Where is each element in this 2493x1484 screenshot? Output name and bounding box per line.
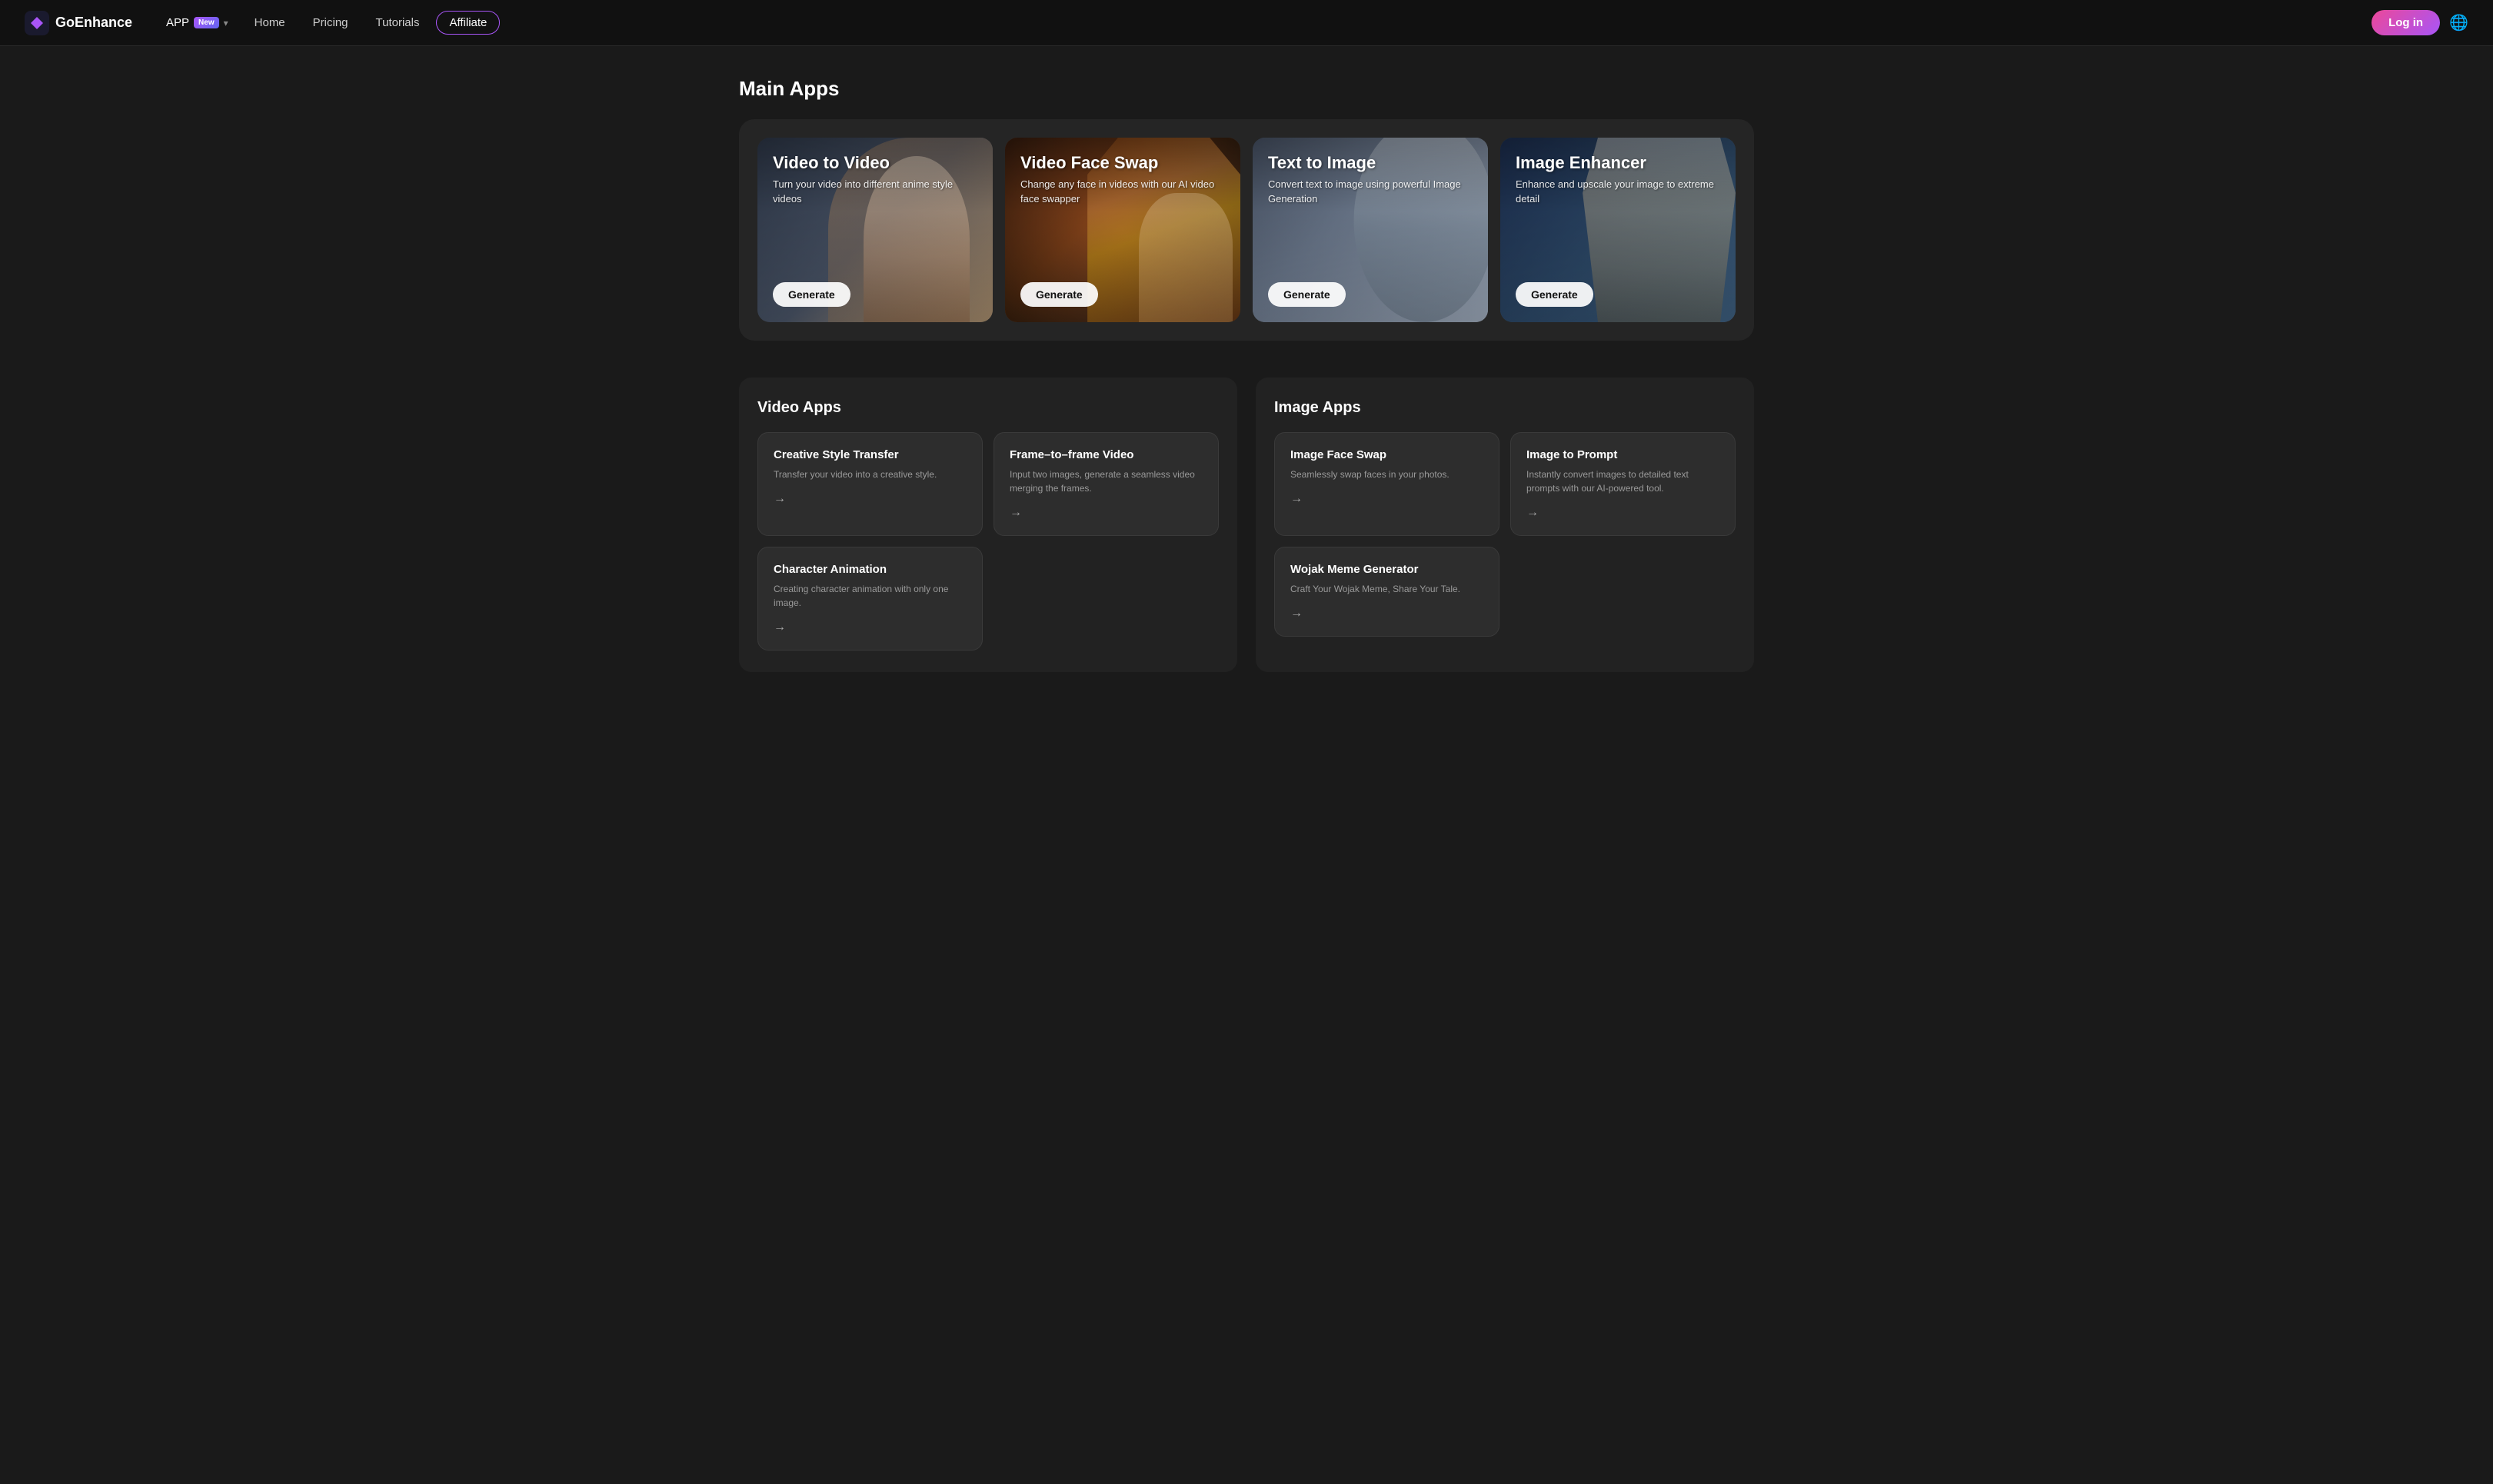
card-ie-title: Image Enhancer xyxy=(1516,153,1720,173)
globe-icon[interactable]: 🌐 xyxy=(2449,13,2468,32)
video-apps-section: Video Apps Creative Style Transfer Trans… xyxy=(739,378,1237,672)
frame-to-frame-desc: Input two images, generate a seamless vi… xyxy=(1010,467,1203,495)
lower-grid: Video Apps Creative Style Transfer Trans… xyxy=(739,378,1754,672)
card-ie-desc: Enhance and upscale your image to extrem… xyxy=(1516,178,1720,205)
frame-to-frame-arrow[interactable]: → xyxy=(1010,506,1203,520)
logo-icon xyxy=(25,11,49,35)
image-apps-grid: Image Face Swap Seamlessly swap faces in… xyxy=(1274,432,1736,637)
generate-btn-t2i[interactable]: Generate xyxy=(1268,282,1346,307)
character-animation-title: Character Animation xyxy=(774,563,967,576)
card-image-enhancer[interactable]: Image Enhancer Enhance and upscale your … xyxy=(1500,138,1736,322)
card-text-to-image[interactable]: Text to Image Convert text to image usin… xyxy=(1253,138,1488,322)
character-animation-arrow[interactable]: → xyxy=(774,621,967,634)
main-apps-container: Video to Video Turn your video into diff… xyxy=(739,119,1754,341)
card-t2i-title: Text to Image xyxy=(1268,153,1473,173)
navbar-right: Log in 🌐 xyxy=(2372,10,2468,35)
card-image-to-prompt[interactable]: Image to Prompt Instantly convert images… xyxy=(1510,432,1736,536)
card-top: Video to Video Turn your video into diff… xyxy=(773,153,977,206)
generate-btn-v2v[interactable]: Generate xyxy=(773,282,850,307)
card-content-t2i: Text to Image Convert text to image usin… xyxy=(1253,138,1488,322)
image-apps-section: Image Apps Image Face Swap Seamlessly sw… xyxy=(1256,378,1754,672)
card-v2v-title: Video to Video xyxy=(773,153,977,173)
login-button[interactable]: Log in xyxy=(2372,10,2440,35)
wojak-meme-desc: Craft Your Wojak Meme, Share Your Tale. xyxy=(1290,582,1483,596)
main-content: Main Apps Video to Video Turn your video… xyxy=(708,46,1785,703)
navbar-left: GoEnhance APP New ▾ Home Pricing Tutoria… xyxy=(25,11,500,35)
image-face-swap-desc: Seamlessly swap faces in your photos. xyxy=(1290,467,1483,481)
card-creative-style-transfer[interactable]: Creative Style Transfer Transfer your vi… xyxy=(757,432,983,536)
card-top-ie: Image Enhancer Enhance and upscale your … xyxy=(1516,153,1720,206)
logo[interactable]: GoEnhance xyxy=(25,11,132,35)
creative-style-desc: Transfer your video into a creative styl… xyxy=(774,467,967,481)
image-to-prompt-title: Image to Prompt xyxy=(1526,448,1719,461)
card-t2i-desc: Convert text to image using powerful Ima… xyxy=(1268,178,1473,205)
logo-text: GoEnhance xyxy=(55,15,132,31)
card-content-vfs: Video Face Swap Change any face in video… xyxy=(1005,138,1240,322)
image-to-prompt-arrow[interactable]: → xyxy=(1526,506,1719,520)
card-image-face-swap[interactable]: Image Face Swap Seamlessly swap faces in… xyxy=(1274,432,1499,536)
nav-app-button[interactable]: APP New ▾ xyxy=(157,12,238,34)
creative-style-arrow[interactable]: → xyxy=(774,492,967,506)
card-vfs-title: Video Face Swap xyxy=(1020,153,1225,173)
frame-to-frame-title: Frame–to–frame Video xyxy=(1010,448,1203,461)
card-frame-to-frame[interactable]: Frame–to–frame Video Input two images, g… xyxy=(994,432,1219,536)
nav-app-badge: New xyxy=(194,17,219,28)
card-top-t2i: Text to Image Convert text to image usin… xyxy=(1268,153,1473,206)
main-apps-title: Main Apps xyxy=(739,77,1754,101)
nav-pricing-link[interactable]: Pricing xyxy=(302,12,359,34)
chevron-down-icon: ▾ xyxy=(224,18,228,28)
main-apps-grid: Video to Video Turn your video into diff… xyxy=(757,138,1736,322)
card-top-vfs: Video Face Swap Change any face in video… xyxy=(1020,153,1225,206)
navbar: GoEnhance APP New ▾ Home Pricing Tutoria… xyxy=(0,0,2493,46)
card-vfs-desc: Change any face in videos with our AI vi… xyxy=(1020,178,1225,205)
wojak-meme-title: Wojak Meme Generator xyxy=(1290,563,1483,576)
nav-affiliate-link[interactable]: Affiliate xyxy=(436,11,500,35)
nav-home-link[interactable]: Home xyxy=(244,12,296,34)
card-video-to-video[interactable]: Video to Video Turn your video into diff… xyxy=(757,138,993,322)
image-face-swap-arrow[interactable]: → xyxy=(1290,492,1483,506)
image-to-prompt-desc: Instantly convert images to detailed tex… xyxy=(1526,467,1719,495)
video-apps-grid: Creative Style Transfer Transfer your vi… xyxy=(757,432,1219,650)
nav-app-label: APP xyxy=(166,16,189,29)
card-v2v-desc: Turn your video into different anime sty… xyxy=(773,178,977,205)
wojak-meme-arrow[interactable]: → xyxy=(1290,607,1483,621)
image-face-swap-title: Image Face Swap xyxy=(1290,448,1483,461)
nav-links: APP New ▾ Home Pricing Tutorials Affilia… xyxy=(157,11,500,35)
card-content: Video to Video Turn your video into diff… xyxy=(757,138,993,322)
character-animation-desc: Creating character animation with only o… xyxy=(774,582,967,610)
image-apps-title: Image Apps xyxy=(1274,399,1736,417)
generate-btn-ie[interactable]: Generate xyxy=(1516,282,1593,307)
card-wojak-meme[interactable]: Wojak Meme Generator Craft Your Wojak Me… xyxy=(1274,547,1499,637)
card-character-animation[interactable]: Character Animation Creating character a… xyxy=(757,547,983,650)
card-video-face-swap[interactable]: Video Face Swap Change any face in video… xyxy=(1005,138,1240,322)
video-apps-title: Video Apps xyxy=(757,399,1219,417)
generate-btn-vfs[interactable]: Generate xyxy=(1020,282,1098,307)
nav-tutorials-link[interactable]: Tutorials xyxy=(365,12,431,34)
creative-style-title: Creative Style Transfer xyxy=(774,448,967,461)
card-content-ie: Image Enhancer Enhance and upscale your … xyxy=(1500,138,1736,322)
